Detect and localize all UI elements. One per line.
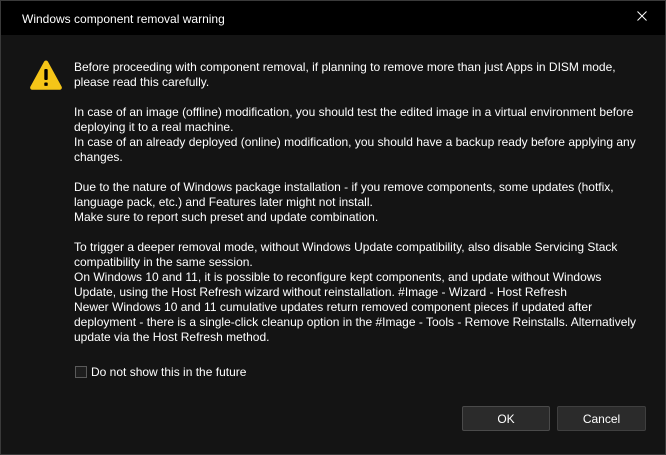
close-button[interactable] (619, 1, 665, 31)
message-paragraph-3: Due to the nature of Windows package ins… (74, 180, 614, 224)
warning-message: Before proceeding with component removal… (74, 60, 649, 360)
checkbox-box[interactable] (75, 366, 87, 378)
dialog-content: Before proceeding with component removal… (1, 35, 665, 454)
cancel-button[interactable]: Cancel (557, 406, 646, 431)
title-bar: Windows component removal warning (1, 1, 665, 35)
message-paragraph-4: To trigger a deeper removal mode, withou… (74, 240, 637, 344)
message-paragraph-2: In case of an image (offline) modificati… (74, 105, 636, 164)
dialog-window: Windows component removal warning Before… (0, 0, 666, 455)
ok-button[interactable]: OK (462, 406, 550, 431)
do-not-show-checkbox[interactable]: Do not show this in the future (75, 365, 246, 379)
checkbox-label: Do not show this in the future (91, 365, 247, 379)
warning-icon (30, 60, 62, 90)
message-paragraph-1: Before proceeding with component removal… (74, 60, 616, 89)
close-icon (637, 11, 647, 21)
dialog-title: Windows component removal warning (22, 12, 225, 26)
